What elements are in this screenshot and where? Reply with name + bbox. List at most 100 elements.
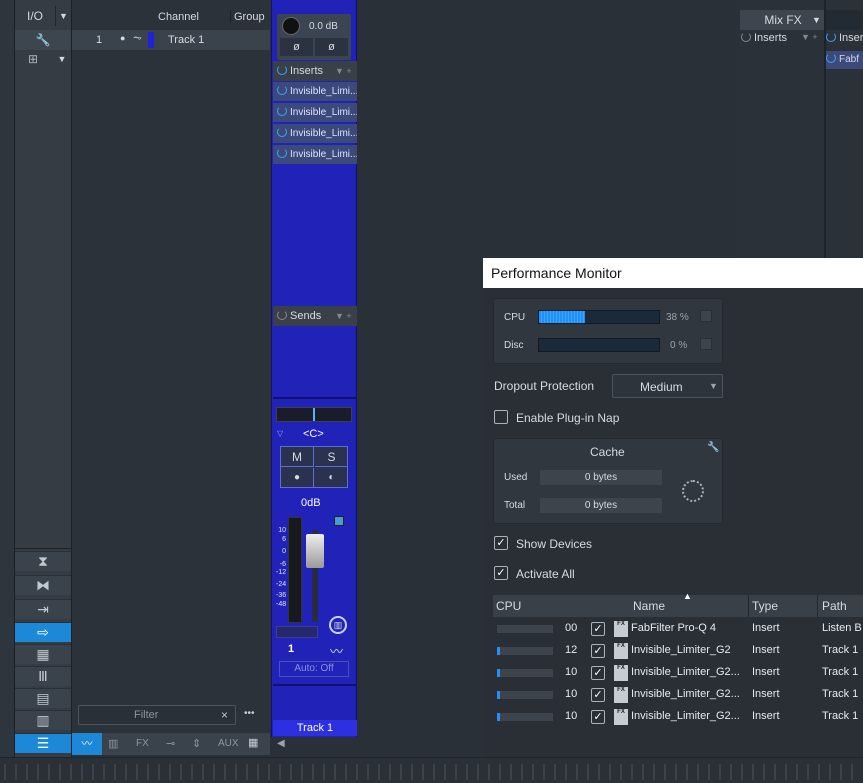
plugin-active-checkbox[interactable]: ✓	[591, 666, 605, 680]
table-row[interactable]: 10 ✓ FX Invisible_Limiter_G2... Insert Track …	[493, 706, 863, 728]
power-icon[interactable]	[277, 65, 287, 75]
volume-fader[interactable]	[306, 534, 324, 568]
mix-fx-insert-slot[interactable]: Fabf	[826, 51, 863, 69]
plugin-nap-checkbox[interactable]	[494, 410, 508, 424]
track-input-icon[interactable]: ▥	[329, 616, 347, 634]
table-row[interactable]: 10 ✓ FX Invisible_Limiter_G2... Insert Track …	[493, 684, 863, 706]
cpu-bar	[497, 625, 553, 633]
insert-slot[interactable]: Invisible_Limi...	[273, 124, 357, 143]
channel-header[interactable]: Channel	[158, 11, 199, 23]
insert-slot[interactable]: Invisible_Limi...	[273, 145, 357, 164]
track-name-label[interactable]: Track 1	[273, 720, 357, 736]
wrench-icon[interactable]: 🔧	[15, 30, 71, 50]
fold-icon[interactable]: ⧗	[15, 551, 71, 571]
power-icon[interactable]	[277, 310, 287, 320]
activate-all-checkbox[interactable]: ✓	[494, 566, 508, 580]
mix-fx-title[interactable]: Mix FX ▼	[740, 10, 826, 30]
io-label[interactable]: I/O	[15, 6, 55, 26]
table-row[interactable]: 00 ✓ FX FabFilter Pro-Q 4 Insert Listen B	[493, 618, 863, 640]
stack-icon[interactable]: ▤	[15, 688, 71, 708]
record-dot-icon[interactable]: ●	[120, 33, 125, 43]
disc-overload-indicator[interactable]	[700, 338, 712, 350]
power-icon[interactable]	[826, 32, 836, 42]
record-icon[interactable]: ●	[281, 468, 314, 488]
power-icon[interactable]	[826, 53, 836, 63]
phase-button-left[interactable]: ø	[280, 38, 313, 56]
bars-icon[interactable]: ▥	[15, 710, 71, 730]
table-row[interactable]: 10 ✓ FX Invisible_Limiter_G2... Insert Track …	[493, 662, 863, 684]
inserts-tab-icon[interactable]: ⊸	[166, 737, 175, 750]
wrench-icon[interactable]: 🔧	[707, 442, 719, 453]
keyboard-icon[interactable]: ▦	[15, 644, 71, 664]
monitor-icon[interactable]: ◐	[315, 468, 348, 488]
power-icon[interactable]	[277, 127, 287, 137]
eq-tab-icon[interactable]: ⇕	[192, 737, 201, 750]
grid-icon[interactable]: ▦	[248, 736, 258, 749]
plugin-active-checkbox[interactable]: ✓	[591, 622, 605, 636]
automation-wave-icon[interactable]: 〰	[330, 641, 343, 660]
meter-icon[interactable]: 〰	[72, 733, 102, 755]
tab-fx[interactable]: FX	[136, 738, 149, 749]
clear-icon[interactable]: ×	[221, 708, 228, 722]
expand-icon[interactable]: ⧓	[15, 575, 71, 595]
routing-dropdown-icon[interactable]: ▼	[55, 54, 69, 70]
plugin-path: Listen B	[822, 622, 862, 634]
fx-badge-icon: FX	[614, 687, 628, 703]
more-icon[interactable]: •••	[244, 708, 255, 719]
channel-row[interactable]: 1 ● ⏦ Track 1	[72, 30, 270, 50]
tab-aux[interactable]: AUX	[218, 738, 239, 749]
power-icon[interactable]	[277, 106, 287, 116]
mix-fx-inserts-header-right[interactable]: Inserts	[826, 32, 863, 50]
mix-fx-inserts-label: Inserts	[754, 32, 788, 44]
sends-menu-icon[interactable]: ▼ +	[335, 306, 352, 326]
column-path[interactable]: Path	[822, 599, 847, 613]
power-icon[interactable]	[277, 148, 287, 158]
solo-button[interactable]: S	[315, 447, 348, 467]
piano-icon[interactable]: Ⅲ	[15, 666, 71, 686]
inserts-header[interactable]: Inserts ▼ +	[273, 61, 357, 81]
mix-fx-inserts-header[interactable]: Inserts ▼ +	[741, 32, 825, 50]
column-name[interactable]: Name	[633, 599, 665, 613]
pin-icon[interactable]: ⇥	[15, 599, 71, 619]
pan-slider[interactable]	[276, 407, 352, 422]
automation-mode[interactable]: Auto: Off	[279, 661, 349, 677]
group-header[interactable]: Group	[230, 11, 270, 23]
plugin-active-checkbox[interactable]: ✓	[591, 688, 605, 702]
mix-fx-inserts-label-right: Inserts	[839, 32, 863, 44]
route-icon[interactable]: ⇨	[15, 622, 71, 642]
input-level-box	[276, 626, 318, 638]
sort-icon[interactable]: ▲	[683, 591, 692, 601]
list-icon[interactable]: ☰	[15, 733, 71, 753]
row-name: Track 1	[168, 34, 205, 46]
insert-name: Invisible_Limi...	[290, 128, 357, 139]
total-label: Total	[504, 500, 526, 511]
plugin-active-checkbox[interactable]: ✓	[591, 710, 605, 724]
io-dropdown-icon[interactable]: ▼	[55, 6, 71, 26]
insert-slot[interactable]: Invisible_Limi...	[273, 103, 357, 122]
column-type[interactable]: Type	[752, 599, 778, 613]
sends-header[interactable]: Sends ▼ +	[273, 306, 357, 326]
scroll-left-icon[interactable]: ◀	[277, 738, 285, 749]
gain-knob[interactable]	[282, 17, 300, 35]
filter-input[interactable]: Filter ×	[78, 705, 236, 725]
dropout-select[interactable]: Medium ▼	[612, 374, 723, 398]
fx-badge-text: FX	[617, 709, 625, 715]
power-icon[interactable]	[741, 32, 751, 42]
keys-icon[interactable]: ▥	[108, 737, 118, 750]
routing-icon[interactable]: ⊞	[23, 52, 43, 70]
insert-slot[interactable]: Invisible_Limi...	[273, 82, 357, 101]
cpu-overload-indicator[interactable]	[700, 310, 712, 322]
phase-button-right[interactable]: ø	[315, 38, 348, 56]
plugin-active-checkbox[interactable]: ✓	[591, 644, 605, 658]
mute-button[interactable]: M	[281, 447, 314, 467]
column-cpu[interactable]: CPU	[496, 599, 521, 613]
power-icon[interactable]	[277, 85, 287, 95]
table-row[interactable]: 12 ✓ FX Invisible_Limiter_G2 Insert Track 1	[493, 640, 863, 662]
mix-fx-dropdown-icon[interactable]: ▼	[812, 10, 821, 30]
mix-fx-inserts-menu-icon[interactable]: ▼ +	[801, 32, 818, 42]
inserts-menu-icon[interactable]: ▼ +	[335, 61, 352, 81]
pan-indicator	[313, 408, 315, 421]
meter-clip-icon[interactable]	[334, 516, 344, 526]
pan-mode-icon[interactable]: ▽	[277, 429, 283, 438]
show-devices-checkbox[interactable]: ✓	[494, 536, 508, 550]
